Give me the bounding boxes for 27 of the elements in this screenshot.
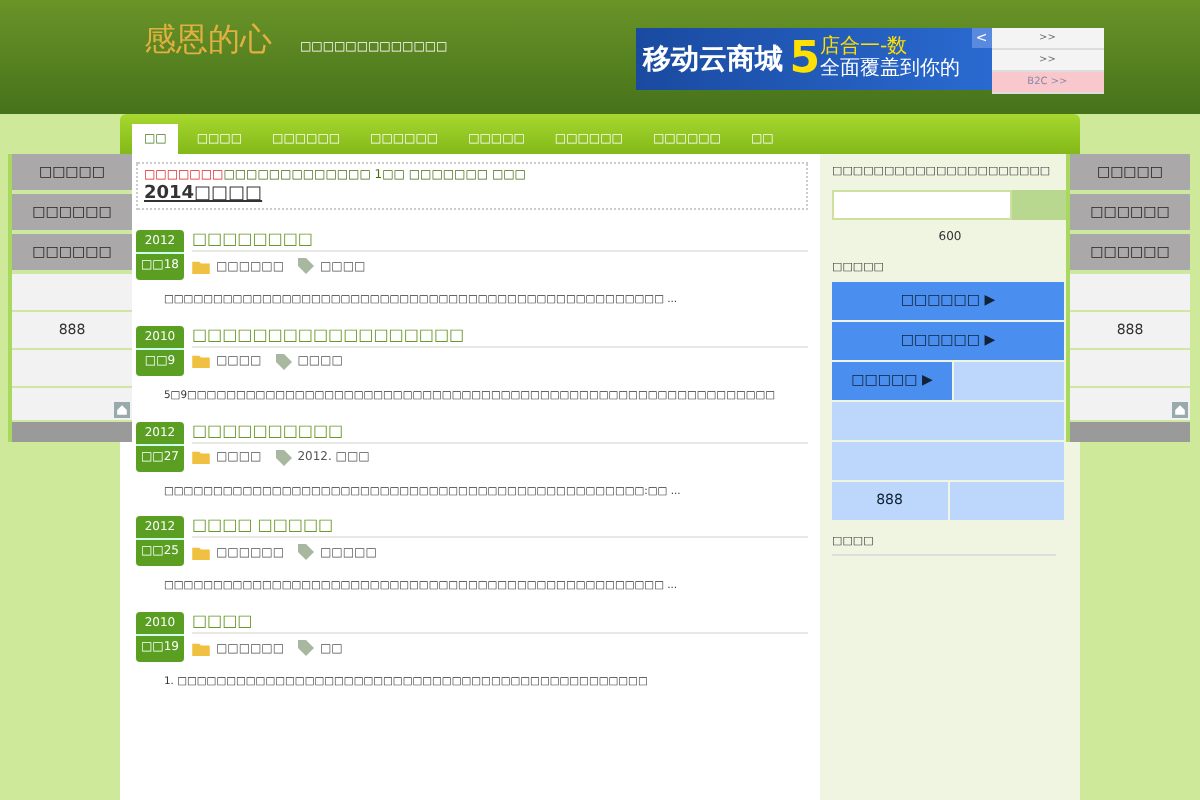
post-title[interactable]: □□□□ □□□□□ [192,516,808,539]
tag-icon [298,544,315,561]
folder-icon [192,641,210,655]
ad-number: 5 [789,34,821,84]
home-icon[interactable] [114,402,130,418]
ad-text: 全面覆盖到你的 [820,59,961,80]
notice-link[interactable]: 2014□□□□ [144,184,800,204]
folder-icon [192,354,210,369]
post-title[interactable]: □□□□□□□□ [192,230,808,252]
ad-text: 店合一-数 [820,38,910,58]
tag-icon [298,258,315,274]
tag-icon [275,449,292,465]
post-title[interactable]: □□□□□□□□□□ [192,421,808,443]
folder-icon [192,450,210,464]
float-footer-bar [1070,422,1190,442]
post-title[interactable]: □□□□ [192,612,808,634]
tag-icon [298,640,315,656]
home-icon[interactable] [1172,402,1188,418]
folder-icon [192,259,210,273]
tag-icon [275,353,292,370]
post-title[interactable]: □□□□□□□□□□□□□□□□□□ [192,325,808,348]
float-footer-bar [12,422,132,442]
search-field[interactable] [832,190,1012,220]
folder-icon [192,545,210,560]
ad-headline: 移动云商城 [643,41,784,77]
menu-cell [954,362,1064,400]
menu-cell [949,482,1064,520]
